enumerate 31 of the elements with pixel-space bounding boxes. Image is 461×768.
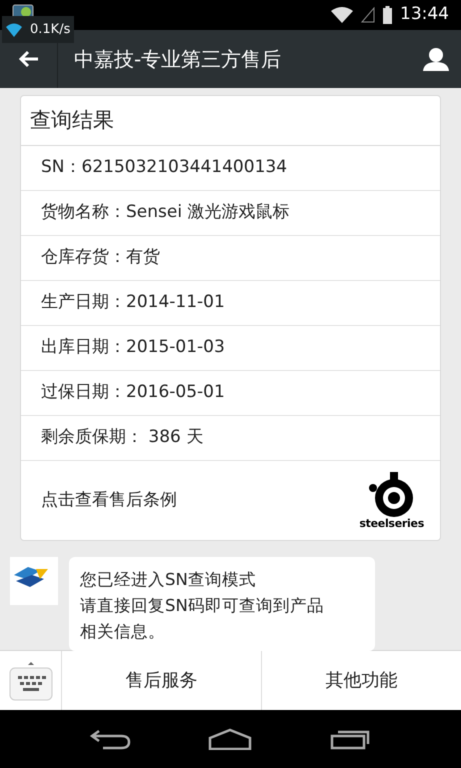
wifi-icon — [331, 7, 353, 23]
recents-nav-button[interactable] — [330, 728, 372, 750]
info-row-text: 出库日期：2015-01-03 — [41, 336, 225, 360]
back-arrow-icon — [18, 50, 38, 68]
info-row-text: 生产日期：2014-11-01 — [41, 291, 225, 314]
info-row-text: 货物名称：Sensei 激光游戏鼠标 — [41, 201, 290, 224]
message-line: 您已经进入SN查询模式 — [80, 569, 257, 591]
recent-apps-icon — [330, 728, 372, 750]
person-icon — [423, 47, 449, 71]
info-row-text: 仓库存货：有货 — [41, 246, 160, 270]
info-row-text: SN：6215032103441400134 — [41, 156, 288, 180]
wifi-icon — [6, 22, 22, 36]
signal-icon — [361, 7, 375, 23]
keyboard-icon — [8, 660, 52, 700]
home-icon — [208, 728, 252, 750]
window-title: 中嘉技-专业第三方售后 — [74, 46, 282, 73]
info-row-text: 剩余质保期： 386 天 — [41, 426, 204, 450]
terms-link[interactable]: 点击查看售后条例 — [41, 488, 177, 514]
card-title: 查询结果 — [30, 106, 114, 134]
message-line: 请直接回复SN码即可查询到产品 — [80, 595, 325, 617]
battery-icon — [383, 6, 392, 24]
back-icon — [88, 728, 131, 750]
avatar-logo-icon — [10, 557, 58, 605]
status-time: 13:44 — [400, 3, 449, 26]
network-speed: 0.1K/s — [30, 20, 70, 39]
brand-logo-text: steelseries — [359, 518, 424, 529]
menu-tab[interactable]: 售后服务 — [62, 651, 261, 710]
info-row-text: 过保日期：2016-05-01 — [41, 381, 225, 404]
message-line: 相关信息。 — [80, 621, 166, 643]
back-nav-button[interactable] — [88, 728, 131, 750]
home-nav-button[interactable] — [208, 728, 252, 750]
